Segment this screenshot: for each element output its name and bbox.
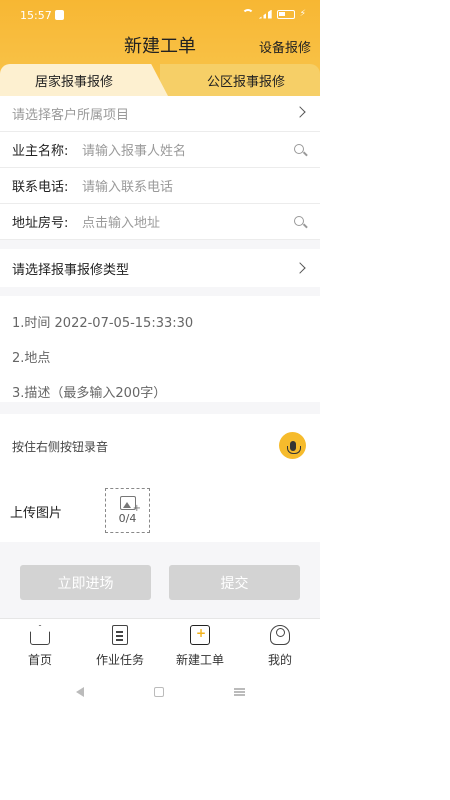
header: 15:57 ⚡ 新建工单 设备报修 公区报事报修 居家报事报修: [0, 0, 320, 96]
microphone-button[interactable]: [279, 432, 306, 459]
home-icon: [30, 625, 50, 645]
phone-label: 联系电话:: [12, 180, 69, 195]
enter-now-button[interactable]: 立即进场: [20, 565, 151, 600]
task-list-icon: [112, 625, 128, 645]
charging-icon: ⚡: [299, 9, 306, 19]
description-desc-line: 3.描述（最多输入200字）: [12, 386, 167, 401]
record-hint: 按住右侧按钮录音: [12, 439, 109, 454]
status-time: 15:57: [20, 9, 52, 22]
tab-public-repair[interactable]: 公区报事报修: [160, 64, 320, 96]
project-select-placeholder: 请选择客户所属项目: [12, 108, 130, 123]
notification-icon: [55, 10, 64, 20]
repair-type-placeholder: 请选择报事报修类型: [12, 262, 130, 278]
nav-item-home[interactable]: 首页: [0, 619, 80, 672]
app-screen: 15:57 ⚡ 新建工单 设备报修 公区报事报修 居家报事报修 请选择客户所属项…: [0, 0, 320, 712]
address-field[interactable]: 地址房号: 点击输入地址: [0, 204, 320, 240]
phone-field[interactable]: 联系电话: 请输入联系电话: [0, 168, 320, 204]
home-square-icon[interactable]: [153, 687, 164, 697]
nav-new-order-label: 新建工单: [175, 653, 224, 667]
wifi-icon: [241, 9, 254, 19]
owner-name-input[interactable]: 请输入报事人姓名: [82, 140, 186, 159]
upload-image-button[interactable]: + 0/4: [105, 488, 150, 533]
upload-row: 上传图片 + 0/4: [0, 478, 320, 542]
system-nav-bar: [0, 672, 320, 712]
nav-item-mine[interactable]: 我的: [240, 619, 320, 672]
back-icon[interactable]: [75, 687, 84, 697]
bottom-nav: 首页 作业任务 新建工单 我的: [0, 618, 320, 672]
signal-icon: [258, 9, 272, 19]
action-bar: 立即进场 提交: [0, 542, 320, 618]
description-time-line: 1.时间 2022-07-05-15:33:30: [12, 316, 194, 331]
status-bar: 15:57 ⚡: [0, 0, 320, 30]
tab-bar: 公区报事报修 居家报事报修: [0, 64, 320, 96]
battery-icon: [276, 9, 295, 19]
nav-item-new-order[interactable]: 新建工单: [160, 619, 240, 672]
microphone-icon: [286, 440, 301, 454]
description-place-line: 2.地点: [12, 351, 51, 366]
chevron-right-icon: [294, 262, 306, 274]
nav-mine-label: 我的: [267, 653, 292, 667]
description-textarea[interactable]: 1.时间 2022-07-05-15:33:30 2.地点 3.描述（最多输入2…: [0, 296, 320, 402]
nav-item-tasks[interactable]: 作业任务: [80, 619, 160, 672]
submit-button[interactable]: 提交: [169, 565, 300, 600]
owner-name-field[interactable]: 业主名称: 请输入报事人姓名: [0, 132, 320, 168]
voice-record-row: 按住右侧按钮录音: [0, 414, 320, 478]
search-icon[interactable]: [294, 144, 304, 154]
tab-home-repair[interactable]: 居家报事报修: [0, 64, 168, 96]
nav-home-label: 首页: [27, 653, 52, 667]
new-order-icon: [190, 625, 210, 645]
phone-input[interactable]: 请输入联系电话: [82, 176, 173, 195]
customer-form: 请选择客户所属项目 业主名称: 请输入报事人姓名 联系电话: 请输入联系电话 地…: [0, 96, 320, 240]
search-icon[interactable]: [294, 216, 304, 226]
upload-label: 上传图片: [10, 506, 63, 521]
owner-name-label: 业主名称:: [12, 144, 69, 159]
plus-icon: +: [132, 503, 141, 514]
user-icon: [270, 625, 290, 645]
status-icons: ⚡: [241, 9, 306, 19]
repair-type-select[interactable]: 请选择报事报修类型: [0, 249, 320, 287]
equipment-repair-link[interactable]: 设备报修: [259, 37, 311, 56]
nav-tasks-label: 作业任务: [95, 653, 144, 667]
project-select[interactable]: 请选择客户所属项目: [0, 96, 320, 132]
address-label: 地址房号:: [12, 216, 69, 231]
chevron-right-icon: [294, 106, 306, 118]
address-input[interactable]: 点击输入地址: [82, 212, 160, 231]
menu-icon[interactable]: [233, 691, 245, 693]
